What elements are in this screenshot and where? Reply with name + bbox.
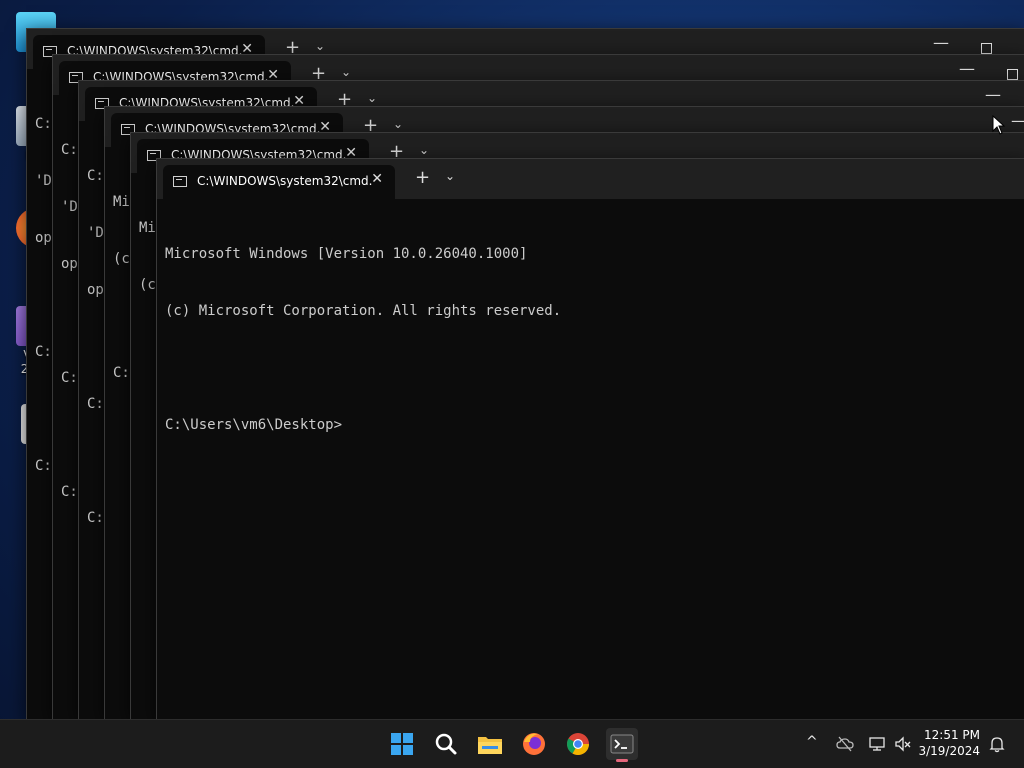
cmd-icon xyxy=(173,176,187,187)
minimize-button[interactable]: — xyxy=(985,85,1001,104)
chevron-down-icon[interactable]: ⌄ xyxy=(341,65,351,79)
minimize-button[interactable]: — xyxy=(959,59,975,78)
terminal-icon xyxy=(610,734,634,754)
chevron-down-icon[interactable]: ⌄ xyxy=(393,117,403,131)
chevron-down-icon[interactable]: ⌄ xyxy=(315,39,325,53)
firefox-icon xyxy=(523,733,545,755)
volume-muted-icon[interactable] xyxy=(894,735,912,753)
chevron-down-icon[interactable]: ⌄ xyxy=(445,169,455,183)
search-icon xyxy=(435,733,457,755)
terminal-window-active[interactable]: C:\WINDOWS\system32\cmd. ✕ + ⌄ Microsoft… xyxy=(156,158,1024,720)
chrome-button[interactable] xyxy=(562,728,594,760)
search-button[interactable] xyxy=(430,728,462,760)
console-prompt[interactable]: C:\Users\vm6\Desktop> xyxy=(165,416,1024,435)
chrome-icon xyxy=(567,733,589,755)
chevron-down-icon[interactable]: ⌄ xyxy=(367,91,377,105)
tab-title: C:\WINDOWS\system32\cmd. xyxy=(197,174,373,188)
network-icon[interactable] xyxy=(868,735,886,753)
new-tab-button[interactable]: + xyxy=(415,167,430,188)
mouse-cursor-icon xyxy=(992,115,1006,135)
maximize-button[interactable] xyxy=(981,43,992,54)
minimize-button[interactable]: — xyxy=(1011,111,1024,130)
chevron-down-icon[interactable]: ⌄ xyxy=(419,143,429,157)
firefox-button[interactable] xyxy=(518,728,550,760)
console-line: Microsoft Windows [Version 10.0.26040.10… xyxy=(165,246,528,262)
taskbar: ^ 12:51 PM 3/19/2024 xyxy=(0,719,1024,768)
close-tab-icon[interactable]: ✕ xyxy=(371,171,383,187)
console-output[interactable]: Microsoft Windows [Version 10.0.26040.10… xyxy=(157,199,1024,473)
onedrive-icon[interactable] xyxy=(836,735,854,753)
maximize-button[interactable] xyxy=(1007,69,1018,80)
show-hidden-icons-button[interactable]: ^ xyxy=(806,734,818,750)
file-explorer-button[interactable] xyxy=(474,728,506,760)
start-button[interactable] xyxy=(386,728,418,760)
terminal-button[interactable] xyxy=(606,728,638,762)
windows-start-icon xyxy=(391,733,413,755)
clock[interactable]: 12:51 PM 3/19/2024 xyxy=(918,727,980,759)
minimize-button[interactable]: — xyxy=(933,33,949,52)
notification-bell-icon[interactable] xyxy=(988,735,1006,753)
clock-time: 12:51 PM xyxy=(924,728,980,742)
title-bar[interactable]: C:\WINDOWS\system32\cmd. ✕ + ⌄ xyxy=(157,159,1024,199)
console-line: (c) Microsoft Corporation. All rights re… xyxy=(165,303,562,319)
clock-date: 3/19/2024 xyxy=(918,744,980,758)
tab-cmd[interactable]: C:\WINDOWS\system32\cmd. ✕ xyxy=(163,165,395,199)
file-explorer-icon xyxy=(478,737,502,754)
